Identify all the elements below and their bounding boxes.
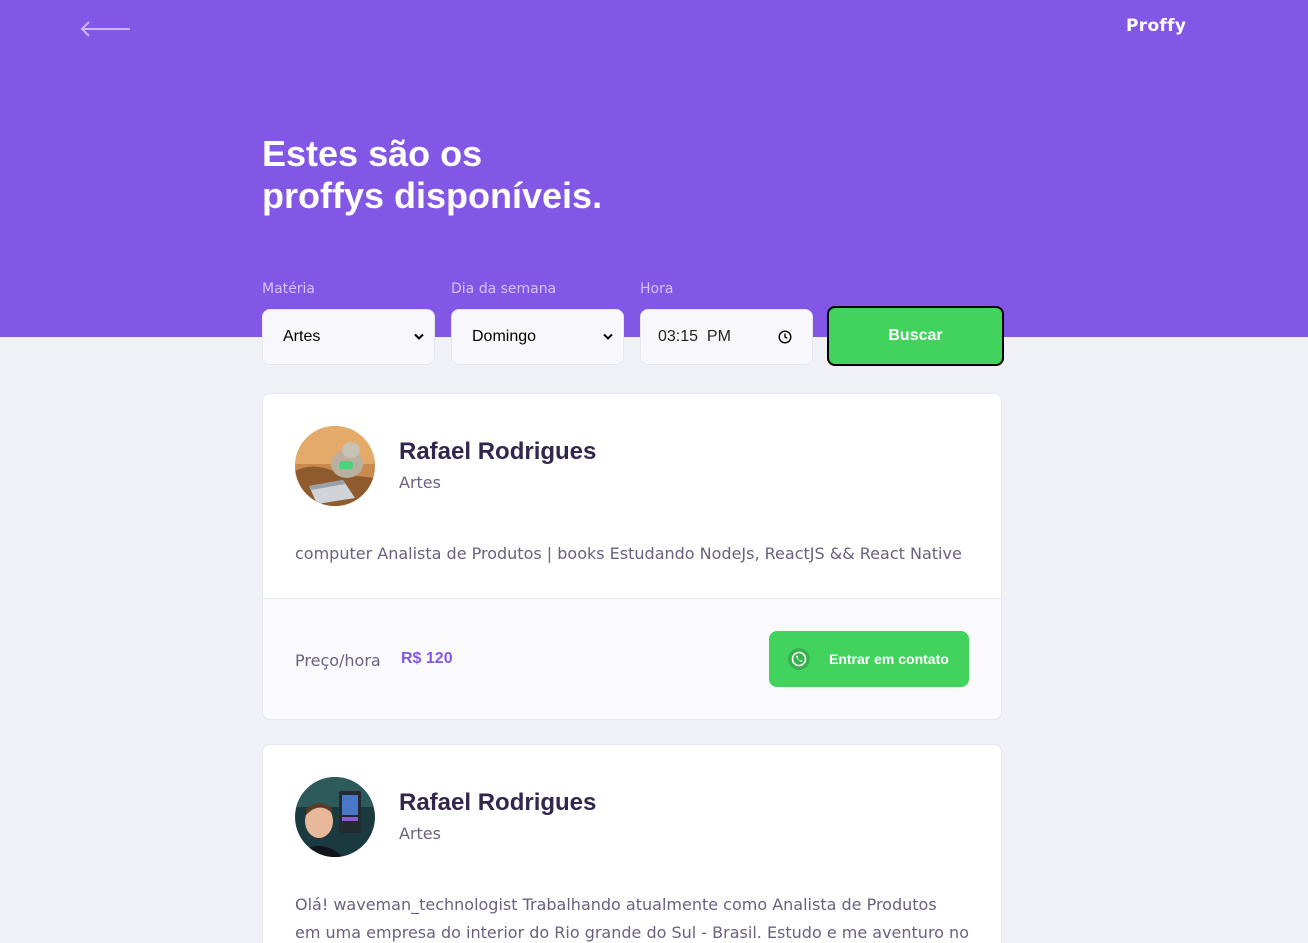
chevron-down-icon [603, 333, 613, 340]
subject-select[interactable]: Artes [262, 309, 435, 365]
teacher-bio: Olá! waveman_technologist Trabalhando at… [295, 891, 975, 943]
teacher-bio-line: Olá! waveman_technologist Trabalhando at… [295, 895, 937, 914]
page-title-line-1: Estes são os [262, 133, 483, 174]
subject-label: Matéria [262, 281, 315, 297]
avatar [295, 777, 375, 857]
subject-select-value: Artes [283, 328, 321, 345]
clock-icon[interactable] [778, 330, 792, 344]
weekday-select[interactable]: Domingo [451, 309, 624, 365]
teacher-bio-line: em uma empresa do interior do Rio grande… [295, 923, 969, 942]
teacher-name: Rafael Rodrigues [399, 789, 597, 816]
weekday-select-value: Domingo [472, 328, 537, 345]
whatsapp-icon [788, 648, 810, 670]
weekday-label: Dia da semana [451, 281, 557, 297]
page-title: Estes são os proffys disponíveis. [262, 133, 762, 217]
time-input-value: 03:15 PM [658, 328, 731, 345]
contact-button[interactable]: Entrar em contato [769, 631, 969, 687]
card-footer: Preço/hora R$ 120 Entrar em contato [263, 598, 1001, 719]
time-label: Hora [640, 281, 674, 297]
teacher-card: Rafael Rodrigues Artes computer Analista… [262, 393, 1002, 720]
price-label: Preço/hora [295, 651, 381, 670]
arrow-left-icon[interactable] [80, 18, 132, 40]
teacher-card: Rafael Rodrigues Artes Olá! waveman_tech… [262, 744, 1002, 943]
page-title-line-2: proffys disponíveis. [262, 175, 603, 216]
teacher-subject: Artes [399, 824, 441, 843]
contact-button-label: Entrar em contato [829, 651, 949, 667]
teacher-name: Rafael Rodrigues [399, 438, 597, 465]
chevron-down-icon [414, 333, 424, 340]
search-button[interactable]: Buscar [827, 306, 1004, 366]
price-value: R$ 120 [401, 650, 453, 667]
teacher-subject: Artes [399, 473, 441, 492]
logo: Proffy [1126, 16, 1187, 36]
time-input[interactable]: 03:15 PM [640, 309, 813, 365]
teacher-bio: computer Analista de Produtos | books Es… [295, 544, 962, 563]
avatar [295, 426, 375, 506]
